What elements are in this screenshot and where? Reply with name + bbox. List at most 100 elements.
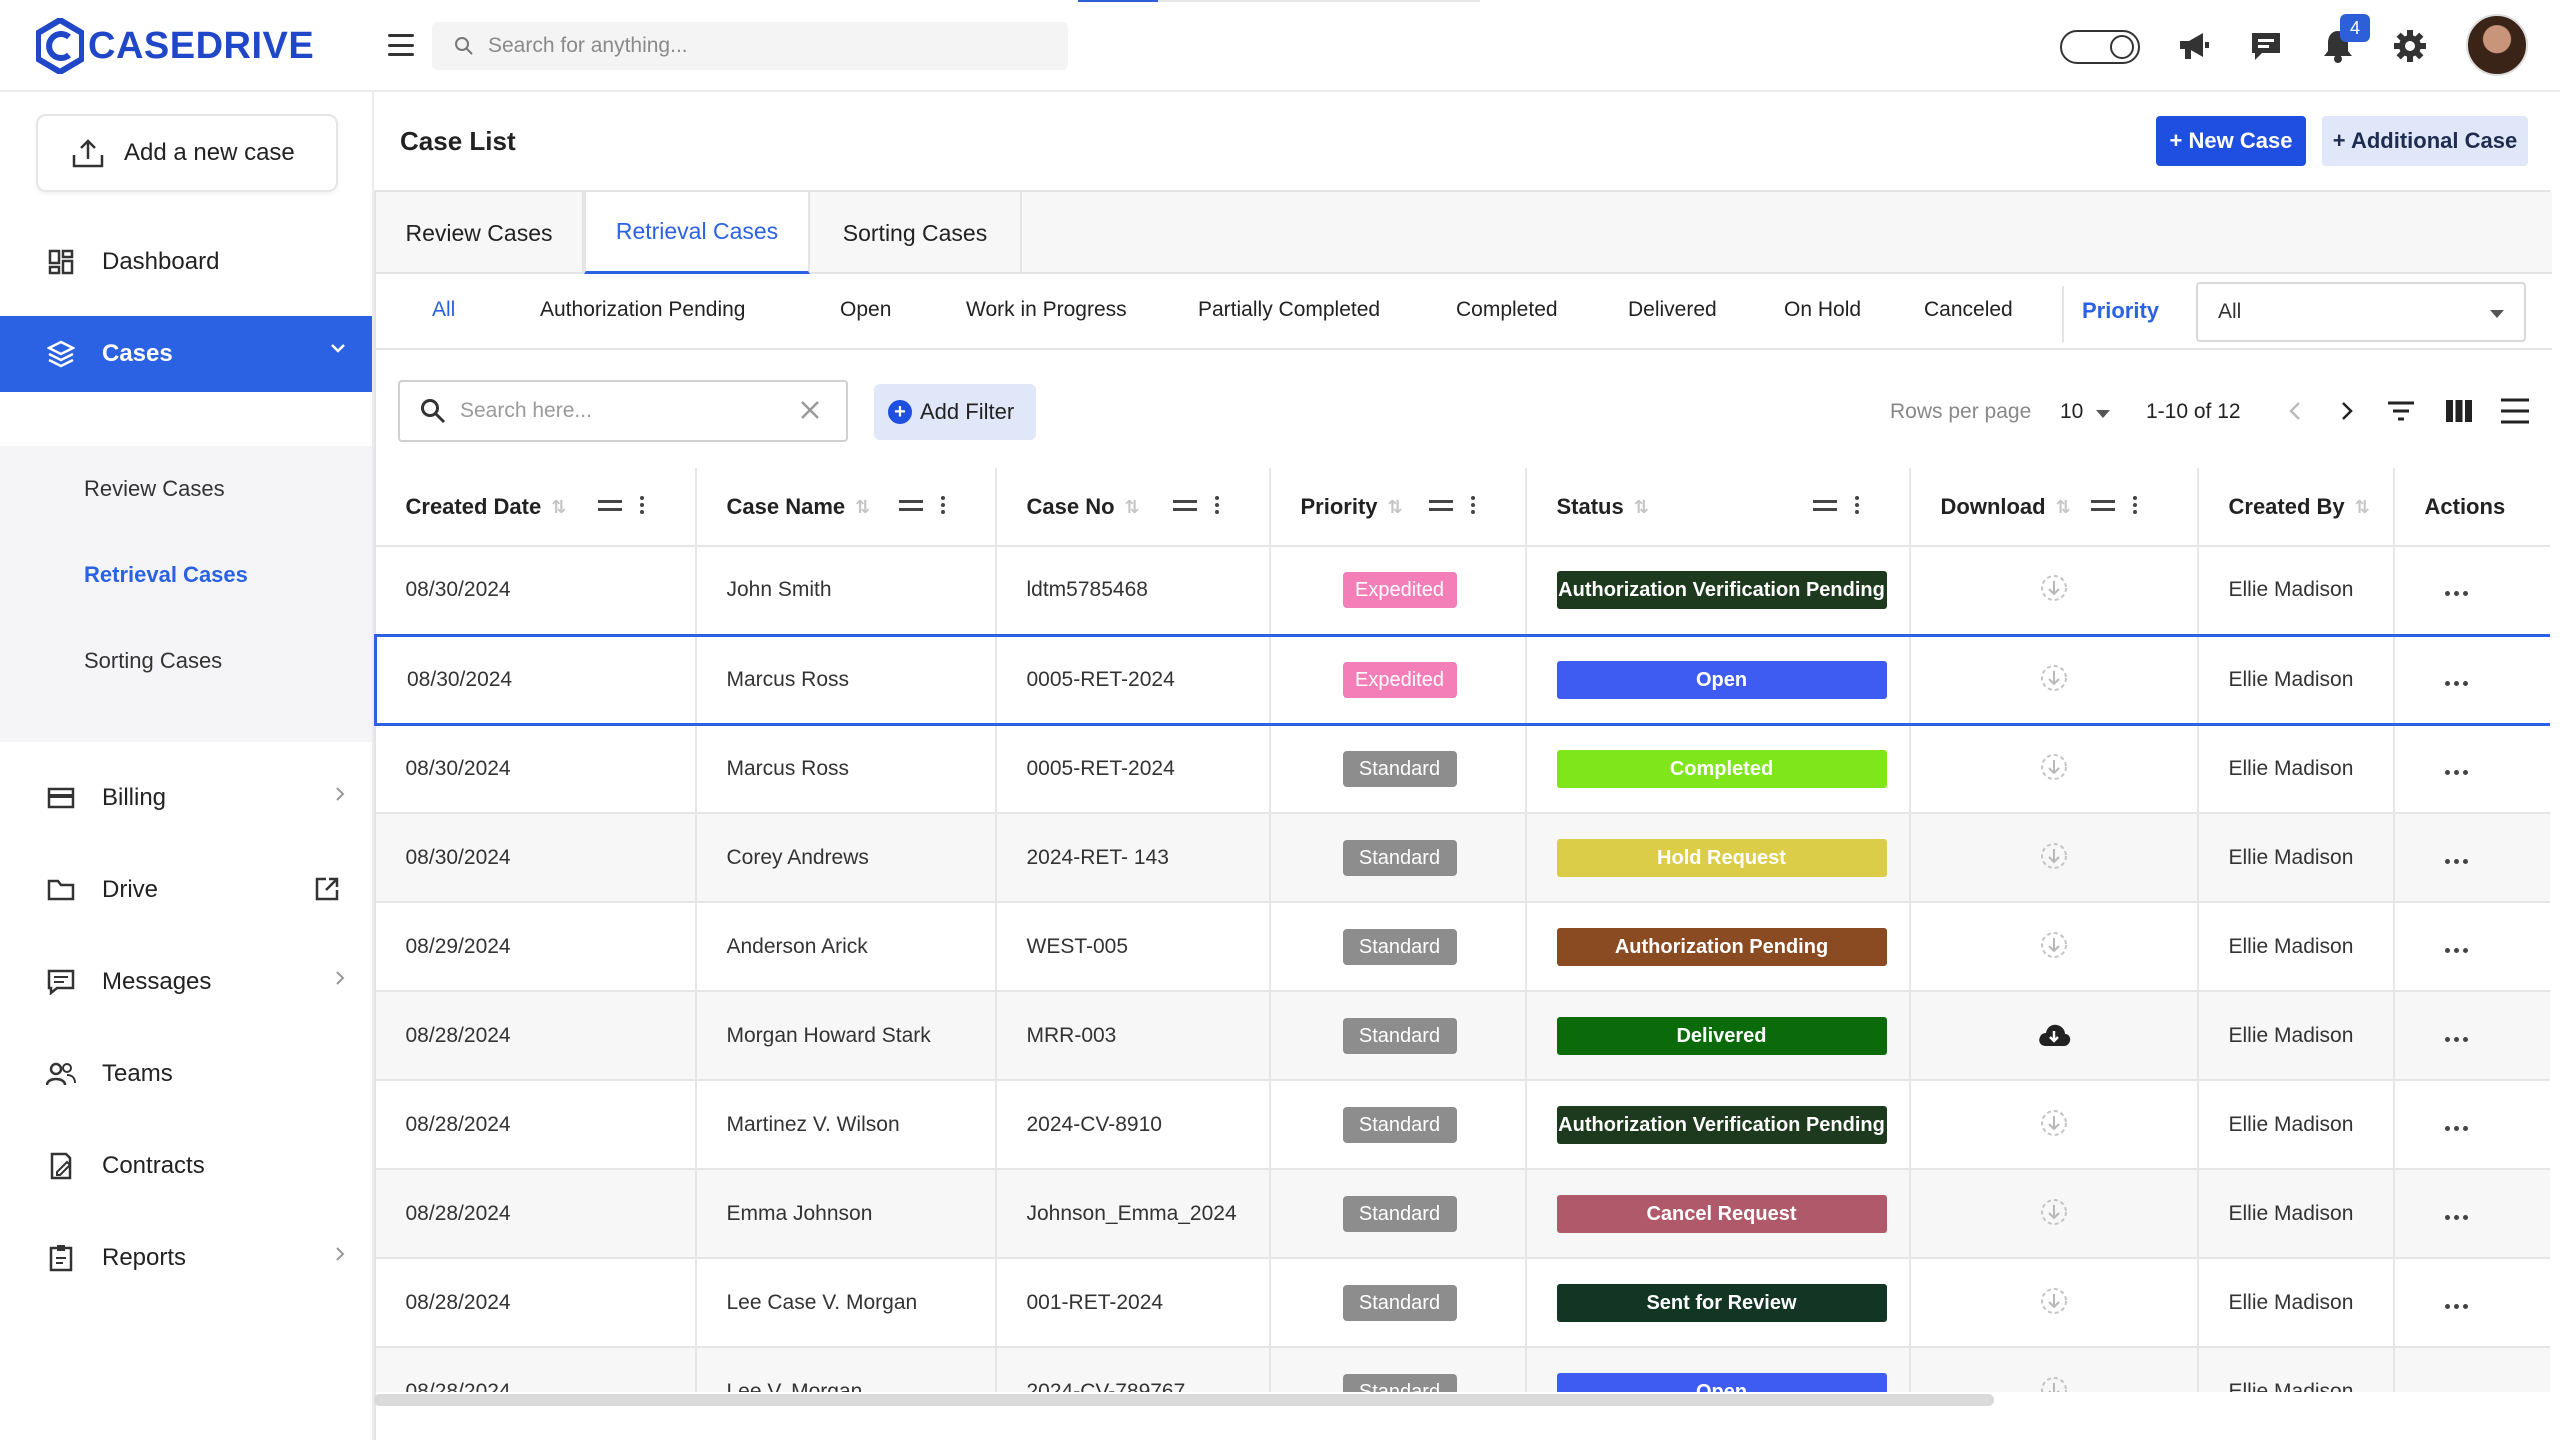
sidebar-item-messages[interactable]: Messages [0, 944, 372, 1020]
table-row[interactable]: 08/28/2024 Lee Case V. Morgan 001-RET-2024… [375, 1258, 2550, 1348]
table-row[interactable]: 08/30/2024 Marcus Ross 0005-RET-2024 Expedi… [374, 633, 2550, 726]
additional-case-button[interactable]: + Additional Case [2322, 116, 2528, 166]
column-menu-icon[interactable] [1470, 496, 1475, 514]
more-actions-icon[interactable] [2444, 858, 2468, 864]
column-header-created-by[interactable]: Created By ⇅ [2197, 468, 2395, 547]
more-actions-icon[interactable] [2444, 947, 2468, 953]
external-link-icon[interactable] [314, 876, 340, 902]
column-menu-icon[interactable] [940, 496, 945, 514]
drag-handle-icon[interactable] [2090, 499, 2115, 511]
status-tab-all[interactable]: All [432, 298, 455, 322]
tab-review-cases[interactable]: Review Cases [376, 192, 584, 274]
horizontal-scrollbar[interactable] [374, 1394, 1994, 1406]
status-tab-completed[interactable]: Completed [1456, 298, 1558, 322]
column-menu-icon[interactable] [1214, 496, 1219, 514]
drag-handle-icon[interactable] [1812, 499, 1837, 511]
status-tab-authorization-pending[interactable]: Authorization Pending [540, 298, 745, 322]
close-icon[interactable] [798, 398, 822, 422]
sort-icon[interactable]: ⇅ [2056, 497, 2071, 518]
drag-handle-icon[interactable] [1428, 499, 1453, 511]
chevron-right-icon[interactable] [2332, 396, 2362, 426]
drag-handle-icon[interactable] [898, 499, 923, 511]
priority-select[interactable]: All [2196, 282, 2526, 342]
more-actions-icon[interactable] [2444, 591, 2468, 597]
more-actions-icon[interactable] [2444, 1214, 2468, 1220]
sidebar-item-drive[interactable]: Drive [0, 852, 372, 928]
drag-handle-icon[interactable] [1172, 499, 1197, 511]
sort-icon[interactable]: ⇅ [1634, 497, 1649, 518]
table-row[interactable]: 08/28/2024 Martinez V. Wilson 2024-CV-8910… [375, 1080, 2550, 1170]
chevron-left-icon[interactable] [2280, 396, 2310, 426]
table-row[interactable]: 08/28/2024 Morgan Howard Stark MRR-003 Stan… [375, 991, 2550, 1081]
new-case-button[interactable]: + New Case [2156, 116, 2306, 166]
table-row[interactable]: 08/30/2024 John Smith ldtm5785468 Expedited… [375, 546, 2550, 636]
sidebar-item-dashboard[interactable]: Dashboard [0, 224, 372, 300]
column-header-priority[interactable]: Priority ⇅ [1269, 468, 1527, 547]
cloud-download-icon[interactable] [2037, 1018, 2071, 1052]
gear-icon[interactable] [2390, 26, 2430, 66]
status-tab-on-hold[interactable]: On Hold [1784, 298, 1861, 322]
table-search-input[interactable] [460, 399, 760, 423]
columns-icon[interactable] [2444, 396, 2474, 426]
sidebar-item-teams[interactable]: Teams [0, 1036, 372, 1112]
sort-icon[interactable]: ⇅ [1388, 497, 1403, 518]
column-header-case-no[interactable]: Case No ⇅ [995, 468, 1271, 547]
more-actions-icon[interactable] [2444, 1303, 2468, 1309]
add-new-case-button[interactable]: Add a new case [36, 114, 338, 192]
global-search[interactable] [432, 22, 1068, 70]
table-row[interactable]: 08/30/2024 Marcus Ross 0005-RET-2024 Standa… [375, 724, 2550, 814]
column-header-case-name[interactable]: Case Name ⇅ [695, 468, 997, 547]
cell-actions [2393, 1169, 2550, 1259]
table-row[interactable]: 08/29/2024 Anderson Arick WEST-005 Standard… [375, 902, 2550, 992]
cell-created-date: 08/28/2024 [375, 1347, 697, 1392]
theme-toggle[interactable] [2060, 30, 2140, 64]
more-actions-icon[interactable] [2444, 1125, 2468, 1131]
sidebar-subitem-retrieval-cases[interactable]: Retrieval Cases [84, 562, 248, 588]
megaphone-icon[interactable] [2174, 26, 2214, 66]
table-row[interactable]: 08/28/2024 Emma Johnson Johnson_Emma_2024 S… [375, 1169, 2550, 1259]
column-menu-icon[interactable] [2132, 496, 2137, 514]
chat-icon[interactable] [2246, 26, 2286, 66]
status-tab-partially-completed[interactable]: Partially Completed [1198, 298, 1380, 322]
drag-handle-icon[interactable] [597, 499, 622, 511]
menu-icon[interactable] [386, 30, 416, 60]
status-tab-open[interactable]: Open [840, 298, 891, 322]
filter-icon[interactable] [2386, 396, 2416, 426]
rows-per-page-select[interactable]: 10 [2060, 400, 2083, 424]
cell-status: Hold Request [1525, 813, 1911, 903]
table-search[interactable] [398, 380, 848, 442]
sort-icon[interactable]: ⇅ [855, 497, 870, 518]
column-menu-icon[interactable] [1854, 496, 1859, 514]
column-header-status[interactable]: Status ⇅ [1525, 468, 1911, 547]
tab-sorting-cases[interactable]: Sorting Cases [810, 192, 1022, 274]
sidebar-subitem-sorting-cases[interactable]: Sorting Cases [84, 648, 222, 674]
sidebar-item-cases[interactable]: Cases [0, 316, 372, 392]
avatar[interactable] [2466, 14, 2528, 76]
density-icon[interactable] [2500, 396, 2530, 426]
status-tab-delivered[interactable]: Delivered [1628, 298, 1717, 322]
status-filter-tabs: All Authorization Pending Open Work in P… [376, 274, 2552, 350]
sort-icon[interactable]: ⇅ [2355, 497, 2370, 518]
status-tab-work-in-progress[interactable]: Work in Progress [966, 298, 1127, 322]
sidebar-subitem-review-cases[interactable]: Review Cases [84, 476, 225, 502]
sidebar-item-reports[interactable]: Reports [0, 1220, 372, 1296]
column-header-created-date[interactable]: Created Date ⇅ [375, 468, 697, 547]
more-actions-icon[interactable] [2444, 1036, 2468, 1042]
sort-icon[interactable]: ⇅ [551, 497, 566, 518]
tab-retrieval-cases[interactable]: Retrieval Cases [584, 192, 810, 274]
table-row[interactable]: 08/30/2024 Corey Andrews 2024-RET- 143 Stan… [375, 813, 2550, 903]
logo[interactable]: CASEDRIVE [36, 16, 314, 76]
column-menu-icon[interactable] [639, 496, 644, 514]
sort-icon[interactable]: ⇅ [1125, 497, 1140, 518]
add-filter-button[interactable]: + Add Filter [874, 384, 1036, 440]
sidebar-item-billing[interactable]: Billing [0, 760, 372, 836]
more-actions-icon[interactable] [2444, 680, 2468, 686]
sidebar-item-contracts[interactable]: Contracts [0, 1128, 372, 1204]
global-search-input[interactable] [488, 34, 1048, 58]
table-row[interactable]: 08/28/2024 Lee V. Morgan 2024-CV-789767 Sta… [375, 1347, 2550, 1392]
status-tab-canceled[interactable]: Canceled [1924, 298, 2013, 322]
sun-icon [2110, 35, 2134, 59]
caret-down-icon[interactable] [2096, 410, 2110, 418]
more-actions-icon[interactable] [2444, 769, 2468, 775]
column-header-download[interactable]: Download ⇅ [1909, 468, 2199, 547]
